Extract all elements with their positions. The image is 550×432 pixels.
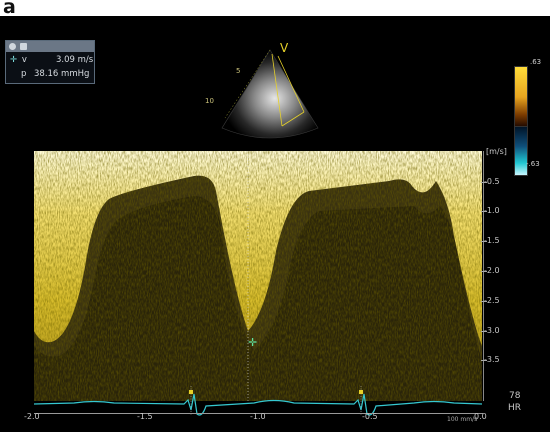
- color-scale-bottom-label: -.63: [526, 160, 540, 168]
- velocity-tick: -2.5: [481, 296, 500, 305]
- pressure-row: p 38.16 mmHg: [10, 69, 89, 79]
- velocity-row: ✛ v 3.09 m/s: [10, 55, 93, 65]
- velocity-value: 3.09 m/s: [56, 55, 94, 65]
- measurement-panel: ✛ v 3.09 m/s p 38.16 mmHg: [5, 40, 95, 84]
- color-scale-top-label: .63: [530, 58, 542, 66]
- sector-label: V: [280, 41, 289, 55]
- color-scale-positive: [514, 66, 528, 128]
- time-tick: -2.0: [24, 412, 40, 421]
- ecg-trace: [34, 386, 482, 416]
- crosshair-icon: ✛: [10, 55, 18, 65]
- time-tick: -1.5: [137, 412, 153, 421]
- depth-mark-10: 10: [205, 97, 214, 105]
- velocity-tick: -3.0: [481, 326, 500, 335]
- time-tick: -1.0: [250, 412, 266, 421]
- sweep-speed-label: 100 mm/s: [447, 416, 478, 423]
- velocity-tick: -0.5: [481, 177, 500, 186]
- echo-sector-image: [221, 49, 319, 139]
- color-scale-negative: [514, 126, 528, 176]
- velocity-tick: -2.0: [481, 266, 500, 275]
- time-tick: -0.5: [362, 412, 378, 421]
- pressure-value: 38.16 mmHg: [34, 69, 90, 79]
- velocity-label: v: [21, 55, 27, 65]
- velocity-caliper-marker[interactable]: ✛: [248, 336, 257, 349]
- settings-icon: [20, 43, 27, 50]
- ultrasound-screen: ✛ v 3.09 m/s p 38.16 mmHg V 5 10 .63 -.6…: [0, 16, 550, 432]
- velocity-axis-unit: [m/s]: [486, 147, 507, 156]
- record-icon: [9, 43, 16, 50]
- heart-rate-label: HR: [508, 403, 522, 413]
- velocity-tick: -1.0: [481, 206, 500, 215]
- depth-mark-5: 5: [236, 67, 241, 75]
- velocity-tick: -1.5: [481, 236, 500, 245]
- pressure-label: p: [21, 69, 27, 79]
- velocity-tick: -3.5: [481, 355, 500, 364]
- heart-rate-value: 78: [509, 391, 521, 401]
- measurement-panel-header: [6, 41, 94, 52]
- doppler-spectrum: [34, 151, 482, 401]
